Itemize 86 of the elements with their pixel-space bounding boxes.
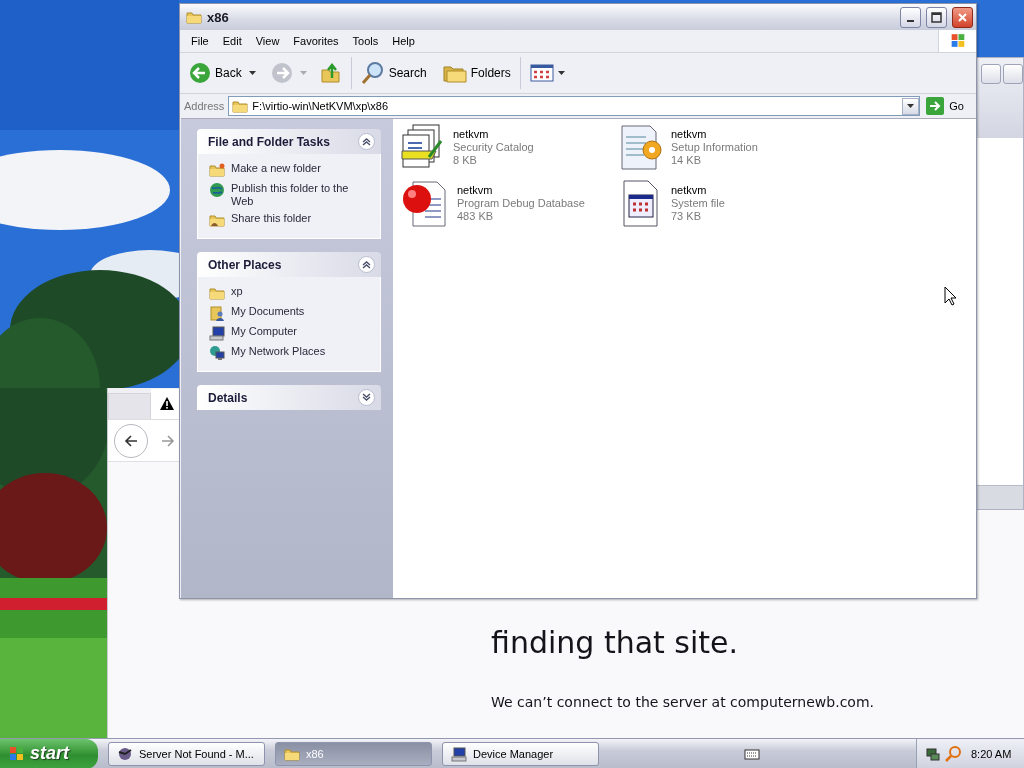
file-size: 73 KB [671, 210, 702, 223]
caret-icon [907, 103, 915, 109]
caret-icon [248, 70, 256, 76]
new-folder-icon [209, 162, 225, 178]
file-size: 8 KB [453, 154, 478, 167]
mouse-pointer-icon [944, 286, 957, 306]
menu-item[interactable]: File [184, 35, 216, 47]
taskbar-button[interactable]: Server Not Found - M... [108, 741, 265, 766]
file-name[interactable]: netkvm [457, 184, 585, 197]
panel-link[interactable]: xp [231, 285, 243, 298]
collapse-icon [362, 260, 371, 269]
views-icon [529, 63, 554, 83]
network-icon [925, 745, 941, 762]
address-label: Address [184, 100, 225, 112]
debug-file-icon [401, 179, 449, 227]
panel-link[interactable]: My Computer [231, 325, 298, 338]
panel-header[interactable]: Details [197, 385, 381, 410]
expand-icon [362, 393, 371, 402]
folder-icon [209, 285, 225, 301]
panel-title: Other Places [208, 257, 282, 272]
file-type: Program Debug Database [457, 197, 585, 210]
panel-link[interactable]: Publish this folder to the Web [231, 182, 361, 208]
shared-folder-icon [209, 212, 225, 228]
settings-file-icon [619, 123, 663, 171]
file-type: Setup Information [671, 141, 758, 154]
magnifier-icon [945, 745, 961, 762]
warning-icon [159, 396, 175, 412]
folders-button[interactable]: Folders [439, 60, 514, 86]
menu-item[interactable]: Edit [215, 35, 249, 47]
clock: 8:20 AM [971, 747, 1012, 760]
globe-icon [209, 182, 225, 198]
collapse-icon [362, 137, 371, 146]
maximize-button[interactable] [926, 6, 947, 28]
file-type: Security Catalog [453, 141, 534, 154]
taskbar-button[interactable]: Device Manager [442, 741, 599, 766]
panel-link[interactable]: Make a new folder [231, 162, 321, 175]
catalog-file-icon [401, 123, 445, 169]
file-name[interactable]: netkvm [453, 128, 534, 141]
file-name[interactable]: netkvm [671, 128, 758, 141]
minimize-icon [907, 19, 914, 22]
file-size: 14 KB [671, 154, 702, 167]
menu-item[interactable]: Tools [345, 35, 386, 47]
caret-icon [557, 70, 565, 76]
menu-item[interactable]: Help [385, 35, 422, 47]
computer-icon [209, 325, 225, 341]
computer-icon [451, 745, 467, 762]
file-type: System file [671, 197, 725, 210]
panel-header[interactable]: File and Folder Tasks [197, 129, 381, 154]
menu-item[interactable]: View [248, 35, 287, 47]
caret-icon [299, 70, 307, 76]
folder-icon [232, 98, 249, 114]
forward-arrow-icon [160, 432, 176, 449]
close-icon [957, 11, 968, 23]
toggle-button[interactable] [358, 256, 375, 273]
file-size: 483 KB [457, 210, 495, 223]
folder-up-icon [319, 62, 342, 84]
dropdown-button[interactable] [902, 97, 920, 115]
search-button[interactable]: Search [357, 59, 430, 87]
minimize-button[interactable] [900, 6, 921, 28]
search-icon [360, 61, 385, 85]
panel-title: File and Folder Tasks [208, 134, 330, 149]
panel-link[interactable]: Share this folder [231, 212, 312, 225]
back-arrow-icon [123, 432, 139, 449]
maximize-icon [931, 11, 942, 23]
window-title: x86 [207, 9, 230, 25]
close-button[interactable] [952, 6, 973, 28]
panel-link[interactable]: My Documents [231, 305, 305, 318]
browser-tab[interactable] [151, 389, 179, 419]
folder-icon [186, 9, 202, 25]
documents-icon [209, 305, 225, 321]
go-button[interactable]: Go [924, 97, 972, 115]
panel-title: Details [208, 390, 248, 405]
panel-link[interactable]: My Network Places [231, 345, 326, 358]
toggle-button[interactable] [358, 133, 375, 150]
error-heading: finding that site. [491, 624, 740, 662]
back-button[interactable]: Back [186, 60, 245, 86]
windows-flag-icon [8, 744, 26, 763]
error-message: We can’t connect to the server at computernewb.com. [491, 694, 875, 710]
browser-icon [117, 745, 133, 762]
panel-header[interactable]: Other Places [197, 252, 381, 277]
menu-item[interactable]: Favorites [286, 35, 346, 47]
toggle-button[interactable] [358, 389, 375, 406]
address-field[interactable]: F:\virtio-win\NetKVM\xp\x86 [228, 96, 921, 116]
file-name[interactable]: netkvm [671, 184, 725, 197]
start-button[interactable]: start [0, 738, 98, 768]
network-icon [209, 345, 225, 361]
